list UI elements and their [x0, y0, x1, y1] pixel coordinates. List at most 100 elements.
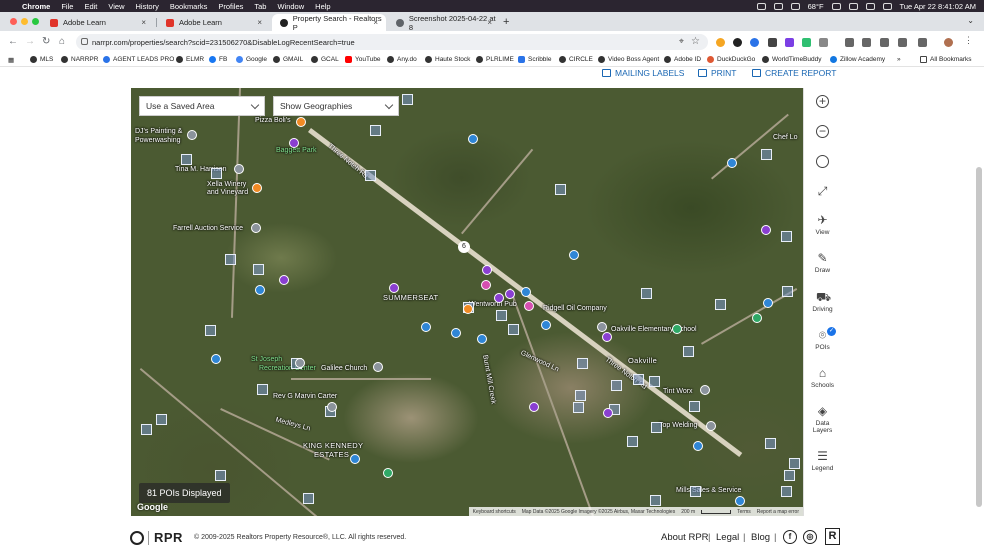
- tab-close-icon[interactable]: ×: [141, 18, 146, 27]
- tab-close-icon[interactable]: ×: [373, 18, 378, 27]
- bookmark-item[interactable]: FB: [209, 56, 227, 63]
- poi-pin[interactable]: [761, 225, 771, 235]
- location-pin-icon[interactable]: ⌖: [679, 36, 684, 47]
- poi-pin[interactable]: [279, 275, 289, 285]
- poi-pin[interactable]: [529, 402, 539, 412]
- poi-pin[interactable]: [296, 117, 306, 127]
- bookmark-item[interactable]: Google: [236, 56, 267, 63]
- apps-grid-icon[interactable]: ▦: [8, 56, 14, 64]
- menu-window[interactable]: Window: [277, 2, 304, 11]
- parcel-marker[interactable]: [215, 470, 226, 481]
- parcel-marker[interactable]: [633, 374, 644, 385]
- window-minimize-button[interactable]: [21, 18, 28, 25]
- parcel-marker[interactable]: [789, 458, 800, 469]
- poi-pin[interactable]: [482, 265, 492, 275]
- extension-icon[interactable]: [802, 38, 811, 47]
- tab-close-icon[interactable]: ×: [257, 18, 262, 27]
- parcel-marker[interactable]: [641, 288, 652, 299]
- poi-pin[interactable]: [569, 250, 579, 260]
- parcel-marker[interactable]: [715, 299, 726, 310]
- poi-pin[interactable]: [505, 289, 515, 299]
- instagram-icon[interactable]: ◎: [803, 530, 817, 544]
- keyboard-shortcuts-link[interactable]: Keyboard shortcuts: [473, 509, 516, 515]
- back-arrow-icon[interactable]: ←: [8, 36, 18, 47]
- facebook-icon[interactable]: f: [783, 530, 797, 544]
- parcel-marker[interactable]: [303, 493, 314, 504]
- bookmark-item[interactable]: ELMR: [176, 56, 204, 63]
- poi-pin[interactable]: [373, 362, 383, 372]
- extension-icon[interactable]: [918, 38, 927, 47]
- poi-pin[interactable]: [255, 285, 265, 295]
- browser-tab[interactable]: Adobe Learn ×: [158, 14, 270, 31]
- about-rpr-link[interactable]: About RPR: [661, 532, 709, 543]
- poi-pin[interactable]: [494, 293, 504, 303]
- profile-avatar[interactable]: [944, 38, 953, 47]
- battery-icon[interactable]: [848, 2, 858, 10]
- parcel-marker[interactable]: [781, 486, 792, 497]
- parcel-marker[interactable]: [784, 470, 795, 481]
- extension-icon[interactable]: [750, 38, 759, 47]
- wifi-icon[interactable]: [865, 2, 875, 10]
- bookmark-item[interactable]: GCAL: [311, 56, 339, 63]
- parcel-marker[interactable]: [496, 310, 507, 321]
- parcel-marker[interactable]: [782, 286, 793, 297]
- menu-profiles[interactable]: Profiles: [218, 2, 243, 11]
- poi-pin[interactable]: [468, 134, 478, 144]
- poi-pin[interactable]: [700, 385, 710, 395]
- terms-link[interactable]: Terms: [737, 509, 751, 515]
- poi-pin[interactable]: [389, 283, 399, 293]
- parcel-marker[interactable]: [765, 438, 776, 449]
- parcel-marker[interactable]: [611, 380, 622, 391]
- create-report-link[interactable]: CREATE REPORT: [752, 68, 836, 78]
- browser-tab[interactable]: Adobe Learn ×: [42, 14, 154, 31]
- poi-pin[interactable]: [603, 408, 613, 418]
- print-link[interactable]: PRINT: [698, 68, 737, 78]
- extension-icon[interactable]: [785, 38, 794, 47]
- mailing-labels-link[interactable]: MAILING LABELS: [602, 68, 684, 78]
- home-icon[interactable]: ⌂: [59, 36, 65, 47]
- parcel-marker[interactable]: [257, 384, 268, 395]
- menu-view[interactable]: View: [108, 2, 124, 11]
- menu-history[interactable]: History: [136, 2, 159, 11]
- parcel-marker[interactable]: [555, 184, 566, 195]
- address-url[interactable]: narrpr.com/properties/search?scid=231506…: [92, 38, 355, 47]
- extension-icon[interactable]: [898, 38, 907, 47]
- extension-icon[interactable]: [862, 38, 871, 47]
- parcel-marker[interactable]: [575, 390, 586, 401]
- poi-pin[interactable]: [252, 183, 262, 193]
- schools-button[interactable]: ⌂ Schools: [804, 367, 841, 390]
- window-close-button[interactable]: [10, 18, 17, 25]
- blog-link[interactable]: Blog: [751, 532, 770, 543]
- poi-pin[interactable]: [451, 328, 461, 338]
- bookmark-item[interactable]: Video Boss Agent: [598, 56, 659, 63]
- parcel-marker[interactable]: [156, 414, 167, 425]
- status-icon[interactable]: [756, 2, 766, 10]
- bookmark-item[interactable]: YouTube: [345, 56, 381, 63]
- parcel-marker[interactable]: [761, 149, 772, 160]
- data-layers-button[interactable]: ◈ Data Layers: [804, 405, 841, 435]
- poi-pin[interactable]: [597, 322, 607, 332]
- parcel-marker[interactable]: [365, 170, 376, 181]
- weather-widget[interactable]: 68°F: [808, 2, 824, 11]
- all-bookmarks-folder[interactable]: All Bookmarks: [920, 56, 972, 63]
- window-zoom-button[interactable]: [32, 18, 39, 25]
- poi-pin[interactable]: [735, 496, 745, 506]
- extension-icon[interactable]: [768, 38, 777, 47]
- parcel-marker[interactable]: [205, 325, 216, 336]
- draw-button[interactable]: ✎ Draw: [804, 252, 841, 275]
- bookmark-item[interactable]: Any.do: [387, 56, 417, 63]
- bookmark-star-icon[interactable]: ☆: [691, 36, 700, 47]
- poi-pin[interactable]: [524, 301, 534, 311]
- menu-file[interactable]: File: [61, 2, 73, 11]
- poi-pin[interactable]: [234, 164, 244, 174]
- parcel-marker[interactable]: [627, 436, 638, 447]
- parcel-marker[interactable]: [689, 401, 700, 412]
- tab-search-chevron-icon[interactable]: ⌄: [967, 16, 974, 25]
- parcel-marker[interactable]: [651, 422, 662, 433]
- extensions-puzzle-icon[interactable]: [819, 38, 828, 47]
- menu-app-name[interactable]: Chrome: [22, 2, 50, 11]
- bookmark-item[interactable]: GMAIL: [273, 56, 303, 63]
- poi-pin[interactable]: [295, 358, 305, 368]
- parcel-marker[interactable]: [573, 402, 584, 413]
- extension-icon[interactable]: [733, 38, 742, 47]
